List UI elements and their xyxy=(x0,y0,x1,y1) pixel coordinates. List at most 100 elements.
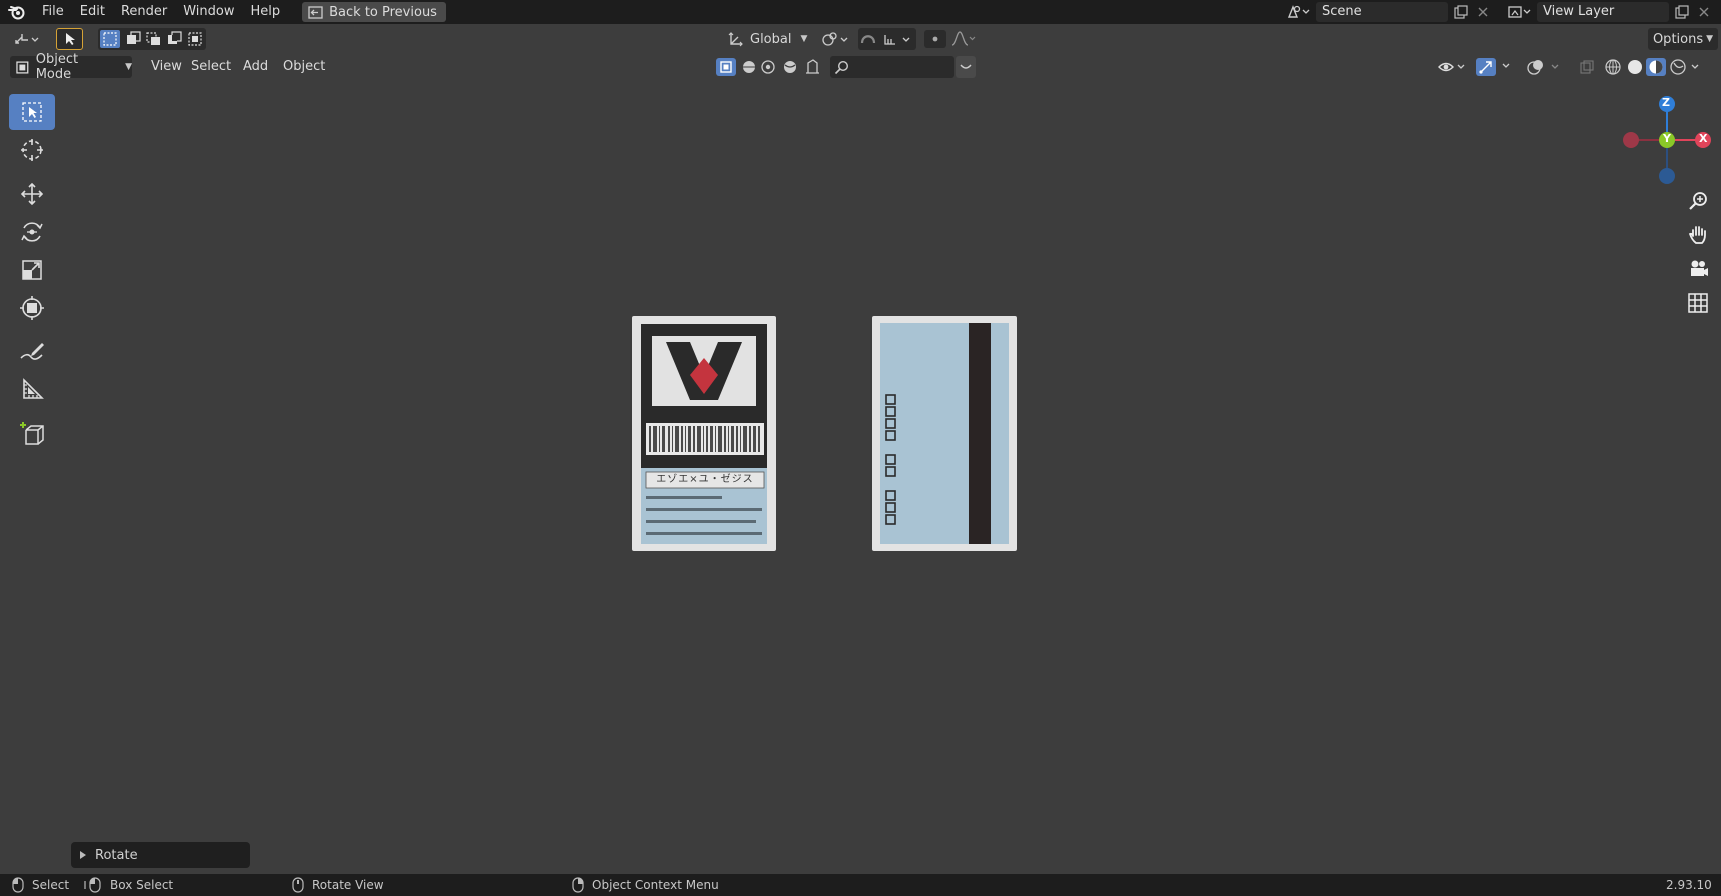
search-icon xyxy=(834,60,849,74)
viewport-search-input[interactable] xyxy=(830,56,954,78)
menu-edit[interactable]: Edit xyxy=(72,0,113,24)
scene-new-icon[interactable] xyxy=(1450,2,1472,22)
menu-file[interactable]: File xyxy=(34,0,72,24)
gizmo-toggle-group xyxy=(1476,56,1518,78)
measure-ruler-icon xyxy=(23,378,44,399)
gizmo-icon[interactable] xyxy=(1476,57,1518,77)
status-rotate-view-label: Rotate View xyxy=(312,878,384,892)
menu-add[interactable]: Add xyxy=(236,56,275,78)
card-katakana-text: エゾエ×ユ・ゼジス xyxy=(656,474,754,485)
camera-view-button[interactable] xyxy=(1683,254,1713,284)
selection-mode-group xyxy=(98,28,206,50)
select-box-tool[interactable] xyxy=(9,94,55,130)
status-box-select-hint: Box Select xyxy=(84,874,173,896)
transform-orientation-dropdown[interactable]: Global ▼ xyxy=(722,28,810,50)
orientation-icon xyxy=(728,32,743,47)
eye-icon xyxy=(1438,62,1465,72)
move-icon xyxy=(20,182,44,206)
zoom-button[interactable] xyxy=(1683,186,1713,216)
proportional-edit-group xyxy=(922,28,978,50)
selection-mode-icons[interactable] xyxy=(100,30,204,48)
xray-toggle[interactable] xyxy=(1578,56,1596,78)
move-tool[interactable] xyxy=(9,176,55,212)
status-version: 2.93.10 xyxy=(1666,874,1712,896)
status-select-label: Select xyxy=(32,878,70,892)
card-back-object[interactable] xyxy=(872,316,1017,551)
menu-select[interactable]: Select xyxy=(184,56,238,78)
add-cube-icon xyxy=(20,422,44,445)
blender-logo-icon[interactable] xyxy=(0,0,34,24)
shading-mode-group xyxy=(1602,56,1702,78)
status-context-menu-label: Object Context Menu xyxy=(592,878,719,892)
grid-icon xyxy=(1688,293,1708,313)
perspective-toggle-button[interactable] xyxy=(1683,288,1713,318)
pivot-point-dropdown[interactable] xyxy=(818,28,852,50)
last-operator-label: Rotate xyxy=(95,847,138,863)
filter-dropdown[interactable] xyxy=(956,56,976,78)
select-box-icon xyxy=(22,102,42,122)
menu-render[interactable]: Render xyxy=(113,0,175,24)
overlays-icon[interactable] xyxy=(1526,58,1566,76)
top-menu-bar: File Edit Render Window Help Back to Pre… xyxy=(0,0,1721,24)
snap-magnet-icon[interactable] xyxy=(859,31,915,47)
scene-browse-button[interactable] xyxy=(1281,2,1315,22)
viewport-header: Object Mode ▼ View Select Add Object xyxy=(0,52,1721,84)
object-mode-dropdown[interactable]: Object Mode ▼ xyxy=(10,52,132,82)
rotate-icon xyxy=(21,222,43,242)
view-layer-browse-button[interactable] xyxy=(1502,2,1536,22)
back-icon xyxy=(308,5,323,19)
scene-delete-icon[interactable] xyxy=(1473,2,1493,22)
pan-button[interactable] xyxy=(1683,220,1713,250)
axis-z-label: Z xyxy=(1662,96,1670,109)
card-front-object[interactable]: エゾエ×ユ・ゼジス xyxy=(632,316,776,551)
measure-tool[interactable] xyxy=(9,372,55,408)
cursor-icon xyxy=(21,139,43,161)
options-dropdown[interactable]: Options ▼ xyxy=(1648,28,1718,50)
card-front-face xyxy=(641,324,767,544)
snap-group xyxy=(858,28,916,50)
mouse-right-icon xyxy=(572,877,584,893)
menu-object[interactable]: Object xyxy=(276,56,332,78)
status-box-select-label: Box Select xyxy=(110,878,174,892)
object-type-filter-icons[interactable] xyxy=(716,57,826,77)
menu-help[interactable]: Help xyxy=(243,0,289,24)
shading-mode-icons[interactable] xyxy=(1602,57,1702,77)
status-rotate-view-hint: Rotate View xyxy=(292,874,384,896)
view-layer-name-field[interactable]: View Layer xyxy=(1537,2,1669,22)
view-layer-icon xyxy=(1508,6,1531,18)
camera-icon xyxy=(1691,260,1708,276)
orientation-label: Global xyxy=(750,31,792,47)
scale-tool[interactable] xyxy=(9,252,55,288)
scene-icon xyxy=(1287,5,1310,18)
mouse-drag-icon xyxy=(84,877,101,893)
back-to-previous-label: Back to Previous xyxy=(329,4,437,20)
navigation-gizmo[interactable]: Z Y X xyxy=(1620,94,1712,186)
scale-icon xyxy=(22,260,42,280)
back-to-previous-button[interactable]: Back to Previous xyxy=(302,2,446,22)
menu-window[interactable]: Window xyxy=(175,0,242,24)
view-layer-delete-icon[interactable] xyxy=(1694,2,1714,22)
visibility-filter-group xyxy=(716,56,826,78)
annotate-tool[interactable] xyxy=(9,334,55,370)
status-bar: Select Box Select Rotate View Object Con… xyxy=(0,874,1721,896)
blender-version-label: 2.93.10 xyxy=(1666,878,1712,892)
blender-window: File Edit Render Window Help Back to Pre… xyxy=(0,0,1721,896)
scene-name-field[interactable]: Scene xyxy=(1316,2,1448,22)
rotate-tool[interactable] xyxy=(9,214,55,250)
menu-view[interactable]: View xyxy=(144,56,189,78)
last-operator-panel[interactable]: Rotate xyxy=(71,842,250,868)
viewport-editor-icon xyxy=(15,34,39,44)
mouse-left-icon xyxy=(12,877,24,893)
axis-x-label: X xyxy=(1699,132,1708,145)
status-context-menu-hint: Object Context Menu xyxy=(572,874,719,896)
view-layer-new-icon[interactable] xyxy=(1671,2,1693,22)
transform-tool[interactable] xyxy=(9,290,55,326)
overlays-toggle-group xyxy=(1526,56,1566,78)
transform-icon xyxy=(20,296,44,320)
add-cube-tool[interactable] xyxy=(9,416,55,452)
select-tool-mode-button[interactable] xyxy=(56,28,83,50)
object-visibility-dropdown[interactable] xyxy=(1436,56,1470,78)
cursor-tool[interactable] xyxy=(9,132,55,168)
proportional-edit-icon[interactable] xyxy=(924,30,976,48)
editor-type-button[interactable] xyxy=(8,28,44,50)
